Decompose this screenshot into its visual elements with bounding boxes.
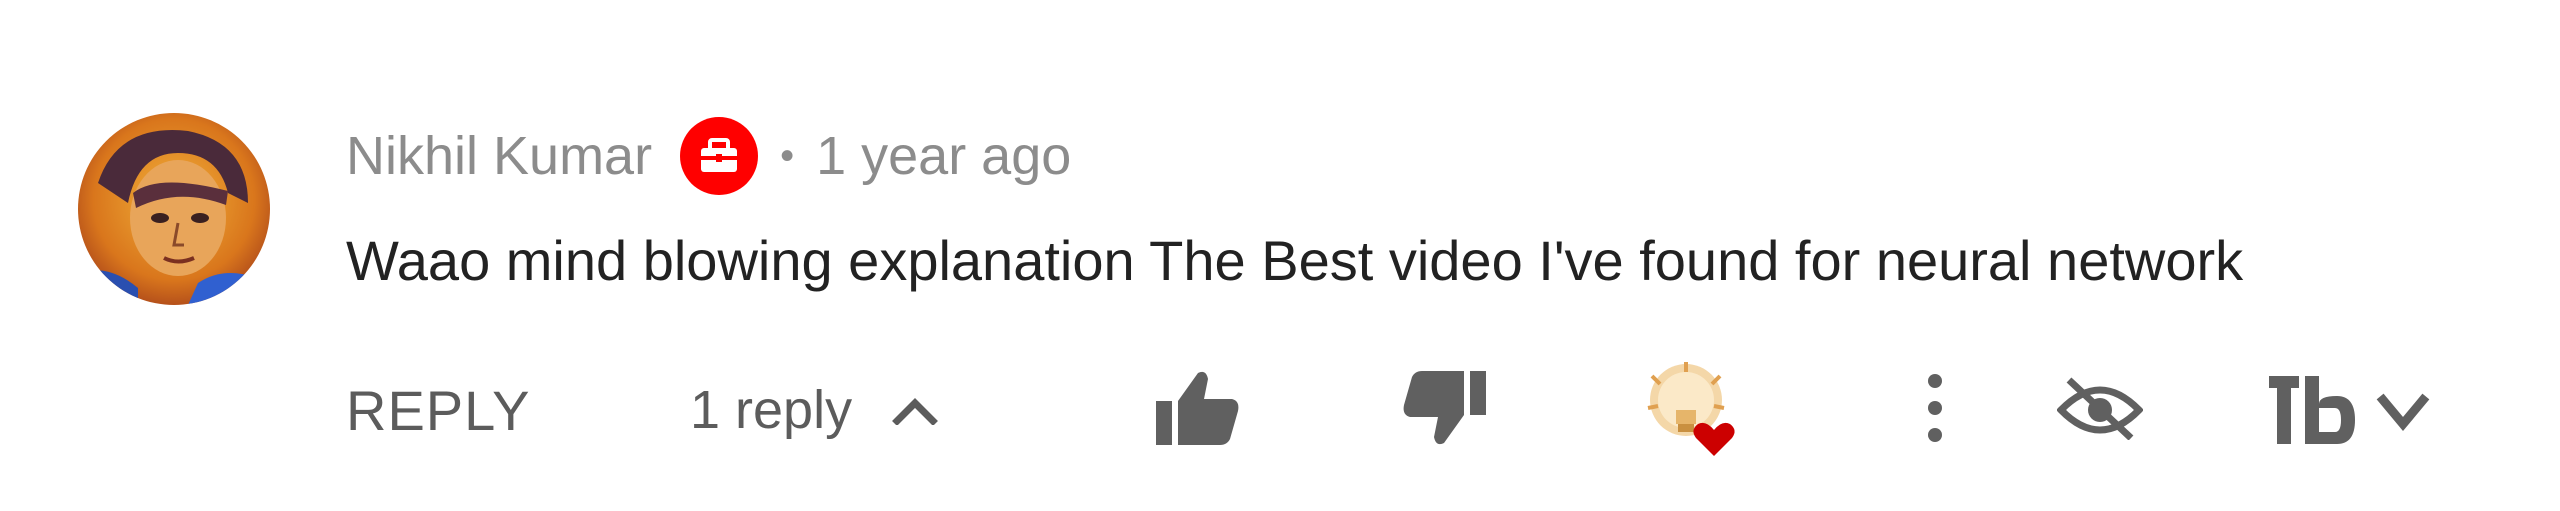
comment-header: Nikhil Kumar • 1 year ago <box>346 116 1071 196</box>
more-vert-icon <box>1925 373 1945 448</box>
reply-button[interactable]: REPLY <box>346 370 530 450</box>
creator-heart-button[interactable] <box>1640 360 1750 460</box>
like-button[interactable] <box>1152 370 1242 450</box>
comment-text: Waao mind blowing explanation The Best v… <box>346 229 2244 292</box>
more-actions-button[interactable] <box>1915 370 1955 450</box>
comment-action-bar: REPLY 1 reply <box>0 360 2560 460</box>
comment-timestamp[interactable]: 1 year ago <box>816 125 1071 187</box>
extension-menu-button[interactable] <box>2262 370 2462 450</box>
dislike-button[interactable] <box>1400 370 1490 450</box>
sponsor-badge-icon <box>680 117 759 195</box>
tb-extension-icon <box>2267 370 2457 451</box>
author-name[interactable]: Nikhil Kumar <box>346 125 652 187</box>
thumbs-down-icon <box>1402 369 1488 452</box>
chevron-up-icon <box>892 395 939 425</box>
header-separator: • <box>780 133 795 178</box>
comment-thread: Nikhil Kumar • 1 year ago Waao mind blow… <box>0 0 2560 511</box>
thumbs-up-icon <box>1154 369 1240 452</box>
replies-count-label: 1 reply <box>690 380 853 440</box>
avatar[interactable] <box>78 113 270 305</box>
hide-comment-button[interactable] <box>2050 370 2150 450</box>
eye-off-icon <box>2056 376 2144 445</box>
view-replies-toggle[interactable]: 1 reply <box>690 370 939 450</box>
creator-heart-icon <box>1640 358 1750 463</box>
